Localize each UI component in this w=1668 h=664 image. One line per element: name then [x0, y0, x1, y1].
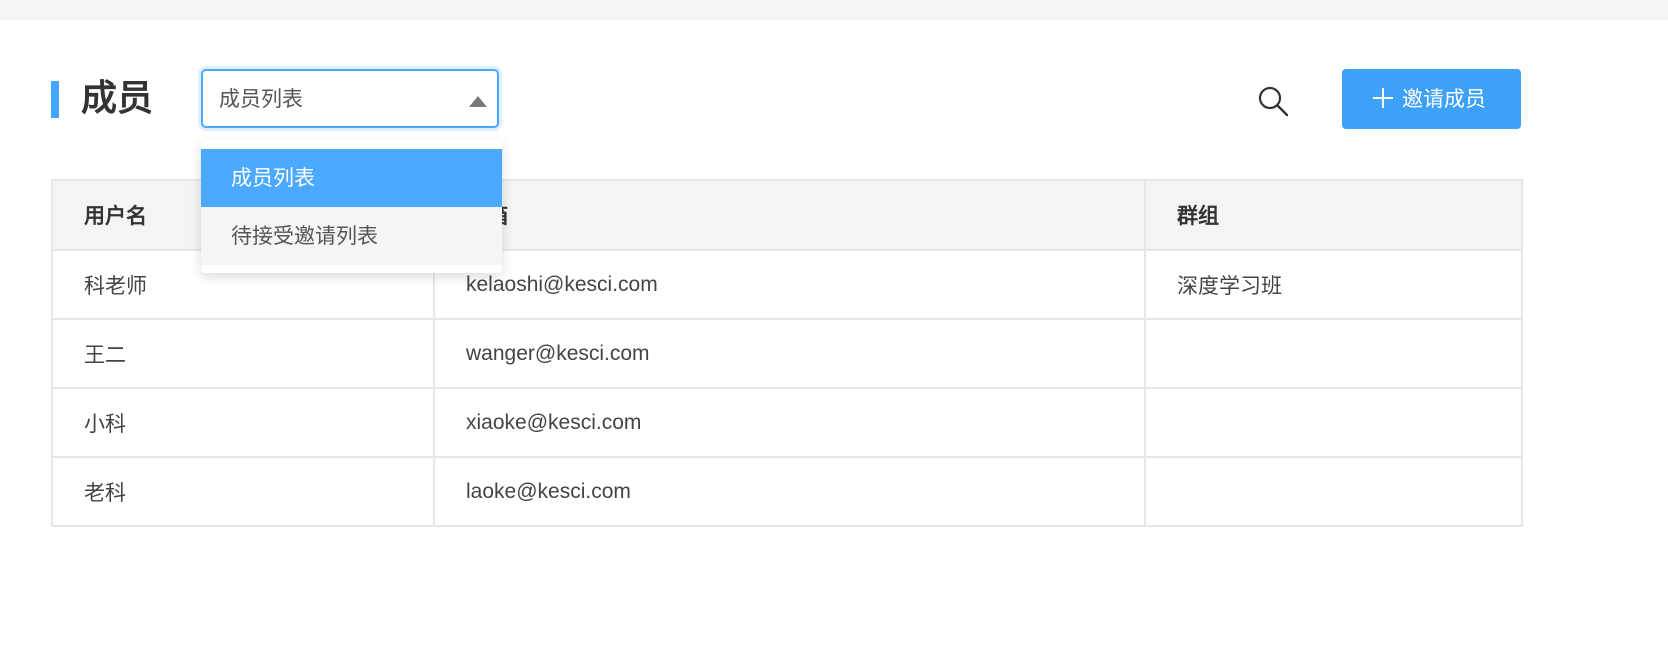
plus-icon [1373, 88, 1393, 108]
page-title: 成员 [81, 78, 154, 119]
cell-group: 深度学习班 [1144, 249, 1523, 320]
invite-button-label: 邀请成员 [1402, 87, 1486, 111]
cell-group [1144, 456, 1523, 527]
cell-email: wanger@kesci.com [433, 318, 1146, 389]
table-row: 老科 laoke@kesci.com [51, 456, 1523, 527]
cell-group [1144, 387, 1523, 458]
cell-username: 老科 [51, 456, 435, 527]
invite-member-button[interactable]: 邀请成员 [1342, 69, 1521, 129]
cell-username: 小科 [51, 387, 435, 458]
cell-email: xiaoke@kesci.com [433, 387, 1146, 458]
column-header-email: 邮箱 [433, 179, 1146, 251]
list-type-dropdown: 成员列表 待接受邀请列表 [201, 140, 502, 273]
cell-email: kelaoshi@kesci.com [433, 249, 1146, 320]
select-value: 成员列表 [219, 87, 303, 111]
search-icon [1258, 86, 1289, 117]
cell-username: 王二 [51, 318, 435, 389]
title-accent-bar [51, 81, 59, 118]
search-button[interactable] [1256, 84, 1290, 118]
cell-group [1144, 318, 1523, 389]
caret-up-icon [469, 96, 487, 107]
dropdown-option-members[interactable]: 成员列表 [201, 149, 502, 207]
top-strip [0, 0, 1668, 20]
cell-email: laoke@kesci.com [433, 456, 1146, 527]
table-row: 王二 wanger@kesci.com [51, 318, 1523, 389]
table-row: 小科 xiaoke@kesci.com [51, 387, 1523, 458]
dropdown-option-pending-invites[interactable]: 待接受邀请列表 [201, 207, 502, 265]
column-header-group: 群组 [1144, 179, 1523, 251]
list-type-select[interactable]: 成员列表 [201, 69, 499, 128]
